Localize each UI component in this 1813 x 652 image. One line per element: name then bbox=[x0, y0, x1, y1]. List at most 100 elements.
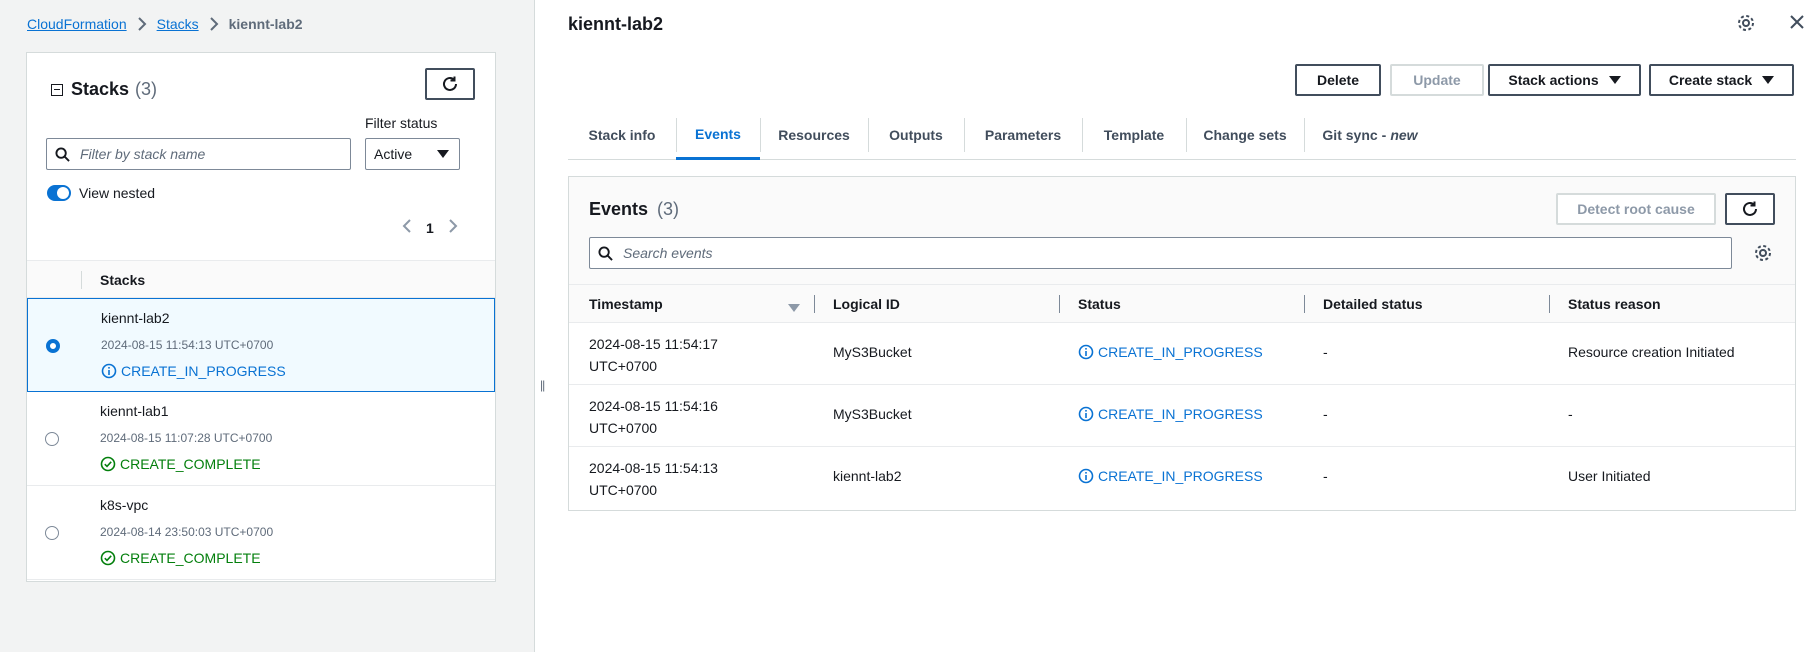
event-status-reason: - bbox=[1568, 406, 1573, 422]
tab-stack-info[interactable]: Stack info bbox=[568, 110, 676, 160]
create-stack-button[interactable]: Create stack bbox=[1649, 64, 1794, 96]
stack-status: CREATE_IN_PROGRESS bbox=[101, 363, 286, 379]
events-count: (3) bbox=[657, 199, 680, 219]
event-date: 2024-08-15 11:54:13 bbox=[589, 460, 718, 476]
refresh-icon bbox=[443, 76, 457, 91]
stack-status: CREATE_COMPLETE bbox=[100, 456, 261, 472]
stacks-pane: CloudFormation Stacks kiennt-lab2 Stacks… bbox=[0, 0, 535, 652]
events-search-input[interactable] bbox=[621, 244, 1585, 262]
stack-detail-pane: kiennt-lab2 Delete Update Stack actions … bbox=[536, 0, 1813, 652]
caret-down-icon bbox=[437, 150, 449, 158]
stack-filter-input[interactable] bbox=[78, 145, 329, 163]
event-status: CREATE_IN_PROGRESS bbox=[1078, 468, 1263, 484]
tab-resources[interactable]: Resources bbox=[760, 110, 868, 160]
check-circle-icon bbox=[100, 456, 116, 472]
event-status-text: CREATE_IN_PROGRESS bbox=[1098, 344, 1263, 360]
tab-git-sync[interactable]: Git sync - new bbox=[1304, 110, 1436, 160]
breadcrumb: CloudFormation Stacks kiennt-lab2 bbox=[27, 16, 303, 32]
search-icon bbox=[55, 146, 70, 162]
stack-row[interactable]: k8s-vpc 2024-08-14 23:50:03 UTC+0700 CRE… bbox=[27, 486, 495, 580]
collapse-icon[interactable] bbox=[51, 83, 63, 96]
stacks-column-header: Stacks bbox=[100, 272, 146, 288]
stack-row[interactable]: kiennt-lab1 2024-08-15 11:07:28 UTC+0700… bbox=[27, 392, 495, 486]
breadcrumb-cloudformation[interactable]: CloudFormation bbox=[27, 16, 127, 32]
info-icon bbox=[101, 363, 117, 379]
stacks-panel: Stacks (3) Filter status Active View nes… bbox=[26, 52, 496, 582]
stack-status-text: CREATE_COMPLETE bbox=[120, 550, 261, 566]
filter-status-select[interactable]: Active bbox=[365, 138, 460, 170]
stack-title: kiennt-lab2 bbox=[568, 14, 664, 34]
stack-name: kiennt-lab2 bbox=[101, 310, 170, 326]
table-row: 2024-08-15 11:54:13 UTC+0700 kiennt-lab2… bbox=[569, 447, 1795, 509]
info-icon bbox=[1078, 344, 1094, 360]
filter-status-label: Filter status bbox=[365, 115, 438, 131]
delete-button[interactable]: Delete bbox=[1295, 64, 1381, 96]
event-date: 2024-08-15 11:54:17 bbox=[589, 336, 718, 352]
caret-down-icon bbox=[1762, 76, 1775, 84]
event-status: CREATE_IN_PROGRESS bbox=[1078, 344, 1263, 360]
info-icon bbox=[1078, 468, 1094, 484]
event-status: CREATE_IN_PROGRESS bbox=[1078, 406, 1263, 422]
stack-actions-button[interactable]: Stack actions bbox=[1488, 64, 1641, 96]
tab-change-sets[interactable]: Change sets bbox=[1186, 110, 1304, 160]
events-table-header: Timestamp Logical ID Status Detailed sta… bbox=[569, 285, 1795, 323]
event-status-reason: Resource creation Initiated bbox=[1568, 344, 1735, 360]
tab-events[interactable]: Events bbox=[676, 110, 760, 160]
breadcrumb-current: kiennt-lab2 bbox=[228, 16, 303, 32]
pagination: 1 bbox=[402, 218, 458, 237]
stack-actions-label: Stack actions bbox=[1508, 72, 1599, 88]
refresh-events-button[interactable] bbox=[1725, 193, 1775, 225]
event-status-text: CREATE_IN_PROGRESS bbox=[1098, 468, 1263, 484]
detect-root-cause-button[interactable]: Detect root cause bbox=[1556, 193, 1716, 225]
view-nested-row: View nested bbox=[47, 185, 155, 201]
col-status-reason[interactable]: Status reason bbox=[1568, 296, 1661, 312]
stack-row[interactable]: kiennt-lab2 2024-08-15 11:54:13 UTC+0700… bbox=[27, 298, 495, 392]
next-page-icon[interactable] bbox=[448, 218, 458, 237]
event-status-text: CREATE_IN_PROGRESS bbox=[1098, 406, 1263, 422]
create-stack-label: Create stack bbox=[1668, 72, 1753, 88]
stack-radio[interactable] bbox=[45, 432, 59, 446]
events-search-wrap[interactable] bbox=[589, 237, 1732, 269]
event-detailed-status: - bbox=[1323, 468, 1328, 484]
stack-name: k8s-vpc bbox=[100, 497, 149, 513]
stacks-title: Stacks bbox=[71, 79, 130, 99]
sort-desc-icon[interactable] bbox=[788, 299, 800, 315]
refresh-stacks-button[interactable] bbox=[425, 68, 475, 100]
event-tz: UTC+0700 bbox=[589, 420, 658, 436]
filter-status-value: Active bbox=[374, 146, 413, 162]
breadcrumb-stacks[interactable]: Stacks bbox=[157, 16, 199, 32]
col-logical-id[interactable]: Logical ID bbox=[833, 296, 900, 312]
event-timestamp: 2024-08-15 11:54:17 UTC+0700 bbox=[589, 333, 739, 377]
detail-tabs: Stack info Events Resources Outputs Para… bbox=[568, 110, 1796, 160]
col-timestamp[interactable]: Timestamp bbox=[589, 296, 663, 312]
event-logical-id: MyS3Bucket bbox=[833, 406, 912, 422]
stack-filter-input-wrap[interactable] bbox=[46, 138, 351, 170]
col-status[interactable]: Status bbox=[1078, 296, 1121, 312]
tab-parameters[interactable]: Parameters bbox=[964, 110, 1082, 160]
events-heading: Events (3) bbox=[589, 199, 679, 220]
chevron-right-icon bbox=[137, 17, 147, 31]
page-number[interactable]: 1 bbox=[426, 220, 434, 236]
stack-status: CREATE_COMPLETE bbox=[100, 550, 261, 566]
prev-page-icon[interactable] bbox=[402, 218, 412, 237]
stack-time: 2024-08-14 23:50:03 UTC+0700 bbox=[100, 525, 274, 539]
stack-time: 2024-08-15 11:54:13 UTC+0700 bbox=[101, 338, 274, 352]
new-badge: new bbox=[1390, 127, 1418, 143]
tab-outputs[interactable]: Outputs bbox=[868, 110, 964, 160]
table-settings-icon[interactable] bbox=[1754, 244, 1772, 265]
event-timestamp: 2024-08-15 11:54:16 UTC+0700 bbox=[589, 395, 739, 439]
col-detailed-status[interactable]: Detailed status bbox=[1323, 296, 1423, 312]
settings-icon[interactable] bbox=[1737, 14, 1755, 32]
tab-template[interactable]: Template bbox=[1082, 110, 1186, 160]
stack-radio[interactable] bbox=[46, 339, 60, 353]
chevron-right-icon bbox=[209, 17, 219, 31]
info-icon bbox=[1078, 406, 1094, 422]
close-icon[interactable] bbox=[1789, 14, 1805, 30]
stack-radio[interactable] bbox=[45, 526, 59, 540]
check-circle-icon bbox=[100, 550, 116, 566]
stacks-count: (3) bbox=[135, 79, 158, 99]
view-nested-toggle[interactable] bbox=[47, 185, 71, 201]
caret-down-icon bbox=[1608, 76, 1621, 84]
events-header: Events (3) Detect root cause bbox=[569, 177, 1795, 285]
update-button[interactable]: Update bbox=[1390, 64, 1484, 96]
